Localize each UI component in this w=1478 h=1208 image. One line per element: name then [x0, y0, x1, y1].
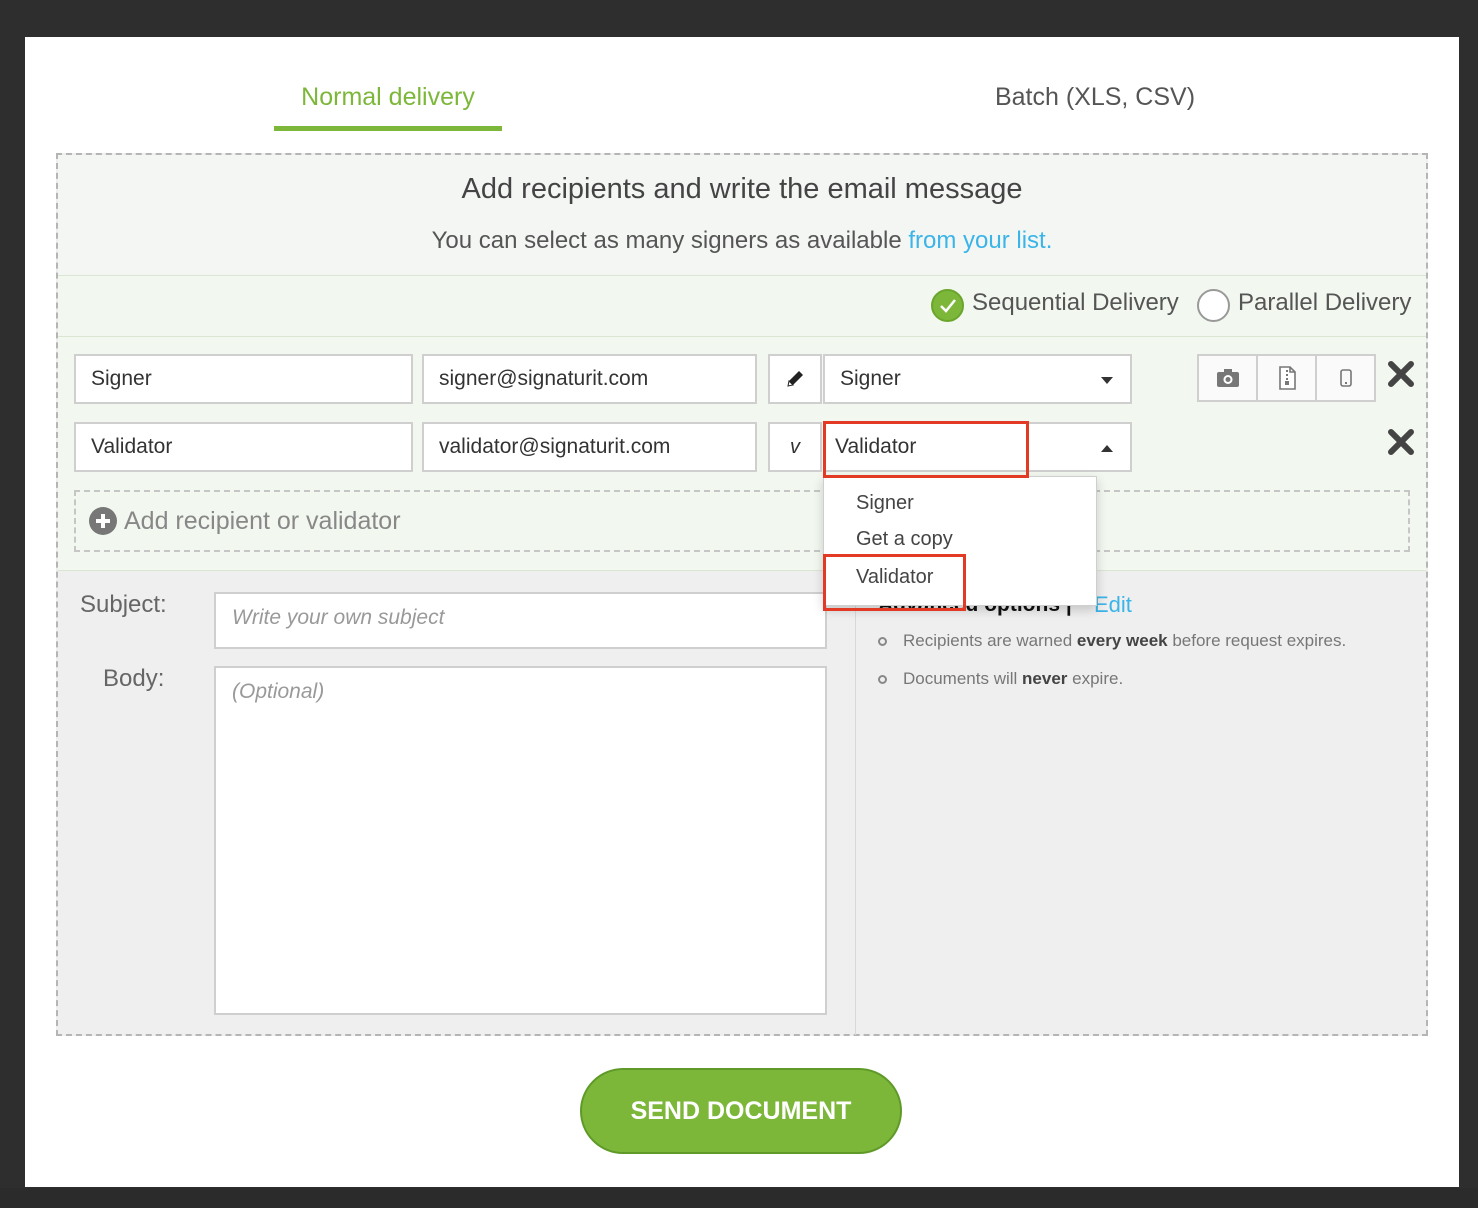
highlight-box-selected-role — [823, 421, 1029, 478]
recipient-name-input[interactable]: Validator — [74, 422, 413, 472]
dropdown-option-signer[interactable]: Signer — [856, 492, 914, 515]
chevron-down-icon — [1101, 377, 1113, 384]
remove-recipient-icon[interactable] — [1386, 427, 1416, 457]
recipients-panel: Add recipients and write the email messa… — [56, 153, 1428, 1036]
add-recipient-button[interactable]: Add recipient or validator — [74, 490, 1410, 552]
camera-icon — [1216, 369, 1239, 387]
active-tab-indicator — [274, 126, 502, 131]
parallel-delivery-radio[interactable] — [1197, 289, 1230, 322]
recipient-email-input[interactable]: signer@signaturit.com — [422, 354, 757, 404]
sequential-delivery-radio[interactable] — [931, 289, 964, 322]
add-recipient-label: Add recipient or validator — [124, 507, 401, 535]
tab-batch[interactable]: Batch (XLS, CSV) — [955, 83, 1235, 112]
background-page — [0, 1188, 1478, 1208]
recipient-type-button[interactable]: v — [768, 422, 822, 472]
send-document-button[interactable]: SEND DOCUMENT — [580, 1068, 902, 1154]
expiration-info: Documents will never expire. — [903, 669, 1124, 688]
send-document-modal: Normal delivery Batch (XLS, CSV) Add rec… — [25, 37, 1459, 1187]
dropdown-option-get-a-copy[interactable]: Get a copy — [856, 528, 953, 551]
delivery-mode-bar: Sequential Delivery Parallel Delivery — [58, 276, 1426, 337]
role-select-value: Signer — [840, 367, 901, 390]
from-list-link[interactable]: from your list. — [908, 227, 1052, 254]
list-bullet — [878, 637, 887, 646]
column-divider — [855, 585, 856, 1035]
sms-verification-button[interactable] — [1315, 354, 1376, 402]
recipients-area: Sequential Delivery Parallel Delivery Si… — [58, 276, 1426, 571]
checkmark-icon — [940, 299, 956, 313]
body-label: Body: — [103, 665, 165, 692]
page-title: Add recipients and write the email messa… — [461, 173, 1023, 205]
list-bullet — [878, 675, 887, 684]
photo-verification-button[interactable] — [1197, 354, 1258, 402]
panel-header: Add recipients and write the email messa… — [58, 155, 1426, 276]
recipient-email-input[interactable]: validator@signaturit.com — [422, 422, 757, 472]
advanced-options-edit-link[interactable]: Edit — [1094, 592, 1132, 618]
zip-file-icon — [1278, 366, 1296, 390]
mobile-phone-icon — [1339, 369, 1352, 387]
subtitle: You can select as many signers as availa… — [58, 227, 1426, 255]
role-select[interactable]: Signer — [823, 354, 1132, 404]
pencil-icon — [787, 371, 803, 387]
subject-input[interactable]: Write your own subject — [214, 592, 827, 649]
chevron-up-icon — [1101, 445, 1113, 452]
remove-recipient-icon[interactable] — [1386, 359, 1416, 389]
attachment-request-button[interactable] — [1256, 354, 1317, 402]
reminder-info: Recipients are warned every week before … — [903, 631, 1347, 650]
body-textarea[interactable]: (Optional) — [214, 666, 827, 1015]
parallel-delivery-label[interactable]: Parallel Delivery — [1238, 289, 1411, 317]
plus-circle-icon — [89, 507, 117, 535]
highlight-box-validator-option — [823, 554, 966, 611]
recipient-type-button[interactable] — [768, 354, 822, 404]
recipient-name-input[interactable]: Signer — [74, 354, 413, 404]
tab-normal-delivery[interactable]: Normal delivery — [274, 83, 502, 112]
subtitle-text: You can select as many signers as availa… — [431, 227, 902, 254]
sequential-delivery-label[interactable]: Sequential Delivery — [972, 289, 1179, 317]
subject-label: Subject: — [80, 591, 167, 618]
